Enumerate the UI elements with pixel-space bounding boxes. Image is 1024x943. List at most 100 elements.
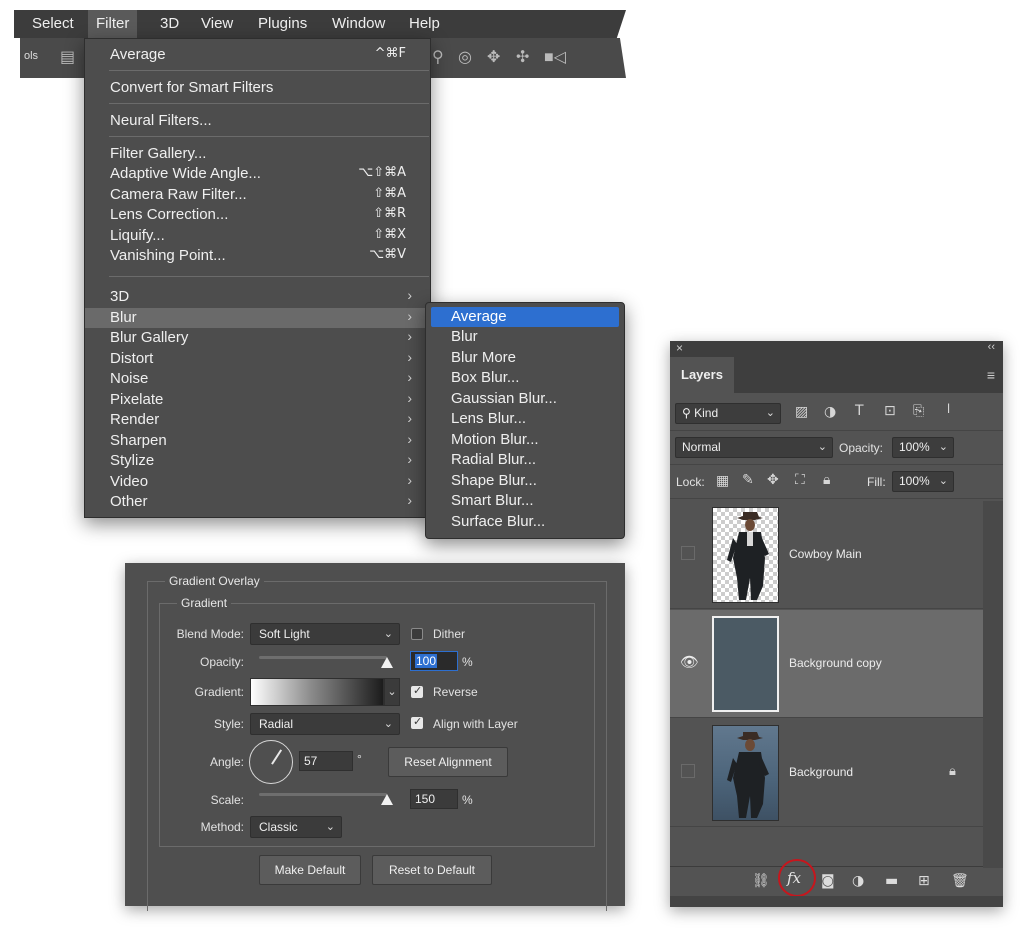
panel-tabbar: Layers ≡ (670, 357, 1003, 393)
drag-3d-icon[interactable]: ✥ (487, 47, 500, 67)
align-left-icon[interactable]: ▤ (60, 47, 75, 67)
layer-fill-field[interactable]: 100% ⌄ (892, 471, 954, 492)
filter-menu-item-average[interactable]: Average ^⌘F (85, 45, 430, 65)
collapse-icon[interactable]: ‹‹ (988, 341, 995, 353)
dither-checkbox[interactable] (411, 628, 423, 640)
layer-blend-mode-select[interactable]: Normal ⌄ (675, 437, 833, 458)
menu-view[interactable]: View (193, 10, 241, 38)
filter-menu-item-filter-gallery[interactable]: Filter Gallery... (85, 144, 430, 164)
eye-icon[interactable]: 👁︎ (680, 653, 699, 671)
reverse-checkbox[interactable] (411, 684, 423, 698)
align-with-layer-checkbox[interactable] (411, 715, 423, 729)
slide-3d-icon[interactable]: ✣ (516, 47, 529, 67)
lock-transparent-pixels-icon[interactable]: ▦ (716, 473, 729, 489)
blur-item-surface-blur[interactable]: Surface Blur... (431, 512, 619, 532)
menu-select[interactable]: Select (24, 10, 82, 38)
layers-scrollbar[interactable] (983, 501, 1003, 868)
scale-field[interactable]: 150 (410, 789, 458, 809)
filter-submenu-blur-gallery[interactable]: Blur Gallery › (85, 328, 430, 348)
filter-submenu-pixelate[interactable]: Pixelate › (85, 390, 430, 410)
orbit-3d-icon[interactable]: ⚲ (432, 47, 444, 67)
blur-item-motion-blur[interactable]: Motion Blur... (431, 430, 619, 450)
layer-opacity-field[interactable]: 100% ⌄ (892, 437, 954, 458)
menu-separator (109, 70, 429, 71)
layer-row-cowboy-main[interactable]: Cowboy Main (670, 501, 983, 609)
filter-menu-item-adaptive-wide-angle[interactable]: Adaptive Wide Angle... ⌥⇧⌘A (85, 164, 430, 184)
reset-alignment-button[interactable]: Reset Alignment (388, 747, 508, 777)
link-layers-icon[interactable]: ⛓ (752, 873, 770, 889)
filter-submenu-3d[interactable]: 3D › (85, 287, 430, 307)
visibility-toggle[interactable] (681, 546, 695, 560)
visibility-toggle[interactable] (681, 764, 695, 778)
angle-field[interactable]: 57 (299, 751, 353, 771)
filter-menu-item-lens-correction[interactable]: Lens Correction... ⇧⌘R (85, 205, 430, 225)
blur-item-shape-blur[interactable]: Shape Blur... (431, 471, 619, 491)
filter-toggle-icon[interactable]: ⏽ (943, 401, 954, 417)
filter-menu-item-liquify[interactable]: Liquify... ⇧⌘X (85, 226, 430, 246)
angle-dial[interactable] (249, 740, 293, 784)
pixel-layer-filter-icon[interactable]: ▨ (795, 404, 808, 420)
menu-window[interactable]: Window (324, 10, 393, 38)
menu-3d[interactable]: 3D (152, 10, 187, 38)
method-select[interactable]: Classic ⌄ (250, 816, 342, 838)
blur-item-average[interactable]: Average (431, 307, 619, 327)
blur-item-gaussian-blur[interactable]: Gaussian Blur... (431, 389, 619, 409)
filter-submenu-blur[interactable]: Blur › (85, 308, 430, 328)
filter-menu-item-neural[interactable]: Neural Filters... (85, 111, 430, 131)
filter-submenu-sharpen[interactable]: Sharpen › (85, 431, 430, 451)
lock-artboard-icon[interactable]: ⛶ (795, 472, 805, 488)
scale-slider[interactable] (259, 793, 387, 796)
smart-object-filter-icon[interactable]: ⎘ (913, 403, 924, 419)
new-layer-icon[interactable]: ⊞ (918, 873, 930, 889)
opacity-slider[interactable] (259, 656, 387, 659)
make-default-button[interactable]: Make Default (259, 855, 361, 885)
adjustment-layer-filter-icon[interactable]: ◑ (824, 404, 836, 420)
hamburger-menu-icon[interactable]: ≡ (987, 367, 995, 383)
blur-item-radial-blur[interactable]: Radial Blur... (431, 450, 619, 470)
layer-row-background[interactable]: Background 🔒︎ (670, 719, 983, 827)
new-group-folder-icon[interactable]: ▬ (885, 873, 898, 889)
scale-slider-thumb[interactable] (381, 794, 393, 805)
blend-mode-select[interactable]: Soft Light ⌄ (250, 623, 400, 645)
filter-submenu-noise[interactable]: Noise › (85, 369, 430, 389)
close-icon[interactable]: × (676, 341, 683, 355)
blur-item-blur-more[interactable]: Blur More (431, 348, 619, 368)
filter-menu-item-convert-smart[interactable]: Convert for Smart Filters (85, 78, 430, 98)
shape-layer-filter-icon[interactable]: ⊡ (884, 403, 896, 419)
menu-help[interactable]: Help (401, 10, 448, 38)
roll-3d-icon[interactable]: ◎ (458, 47, 472, 67)
blur-item-smart-blur[interactable]: Smart Blur... (431, 491, 619, 511)
layer-lock-icon: 🔒︎ (949, 764, 956, 779)
blur-item-box-blur[interactable]: Box Blur... (431, 368, 619, 388)
opacity-slider-thumb[interactable] (381, 657, 393, 668)
menu-filter[interactable]: Filter (88, 10, 138, 38)
lock-position-icon[interactable]: ✥ (767, 472, 779, 488)
menu-plugins[interactable]: Plugins (250, 10, 315, 38)
lock-all-icon[interactable]: 🔒︎ (823, 472, 830, 488)
type-layer-filter-icon[interactable]: T (855, 403, 864, 419)
blur-item-lens-blur[interactable]: Lens Blur... (431, 409, 619, 429)
reset-to-default-button[interactable]: Reset to Default (372, 855, 492, 885)
menu-separator (109, 276, 429, 277)
filter-submenu-other[interactable]: Other › (85, 492, 430, 512)
delete-layer-trash-icon[interactable]: 🗑︎ (951, 873, 969, 889)
filter-kind-select[interactable]: ⚲ Kind ⌄ (675, 403, 781, 424)
tab-layers[interactable]: Layers (670, 357, 734, 393)
filter-submenu-distort[interactable]: Distort › (85, 349, 430, 369)
gradient-label: Gradient: (194, 685, 244, 699)
filter-menu-item-camera-raw[interactable]: Camera Raw Filter... ⇧⌘A (85, 185, 430, 205)
filter-submenu-stylize[interactable]: Stylize › (85, 451, 430, 471)
filter-menu-item-vanishing-point[interactable]: Vanishing Point... ⌥⌘V (85, 246, 430, 266)
gradient-picker[interactable] (250, 678, 384, 706)
camera-3d-icon[interactable]: ■◁ (544, 47, 566, 67)
add-mask-icon[interactable]: ◙ (821, 873, 835, 889)
lock-image-pixels-brush-icon[interactable]: ✎ (742, 472, 754, 488)
gradient-dropdown[interactable]: ⌄ (384, 678, 400, 706)
filter-submenu-render[interactable]: Render › (85, 410, 430, 430)
opacity-field[interactable]: 100 (410, 651, 458, 671)
style-select[interactable]: Radial ⌄ (250, 713, 400, 735)
adjustment-layer-icon[interactable]: ◑ (852, 873, 864, 889)
blur-item-blur[interactable]: Blur (431, 327, 619, 347)
filter-submenu-video[interactable]: Video › (85, 472, 430, 492)
layer-row-background-copy[interactable]: 👁︎ Background copy (670, 610, 983, 718)
